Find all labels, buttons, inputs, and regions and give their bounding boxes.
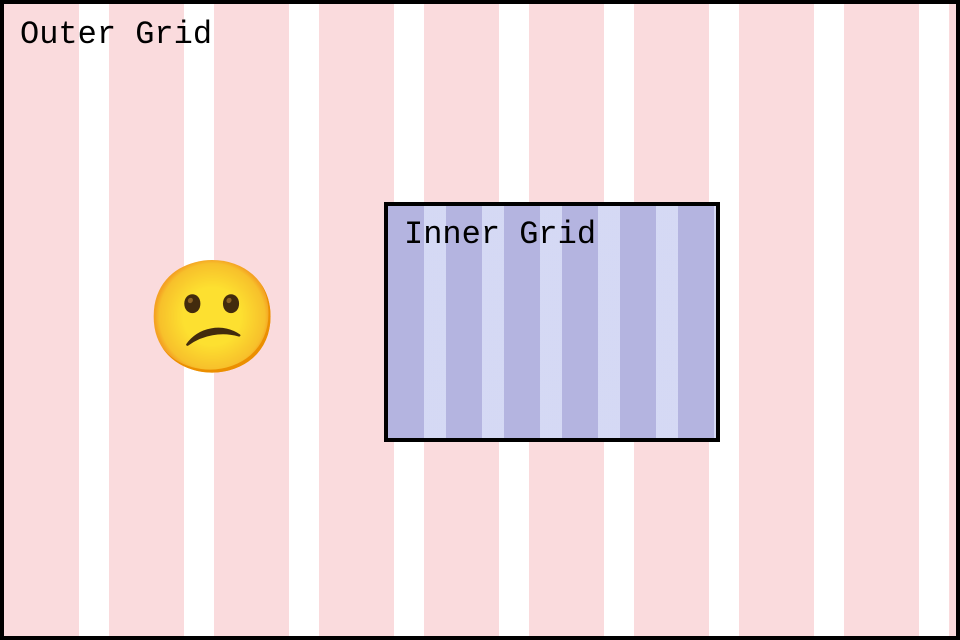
inner-grid-label: Inner Grid [404,216,596,253]
inner-grid: Inner Grid [384,202,720,442]
outer-grid: Outer Grid 😕 Inner Grid [0,0,960,640]
confused-face-icon: 😕 [144,272,281,382]
outer-grid-label: Outer Grid [20,16,212,53]
